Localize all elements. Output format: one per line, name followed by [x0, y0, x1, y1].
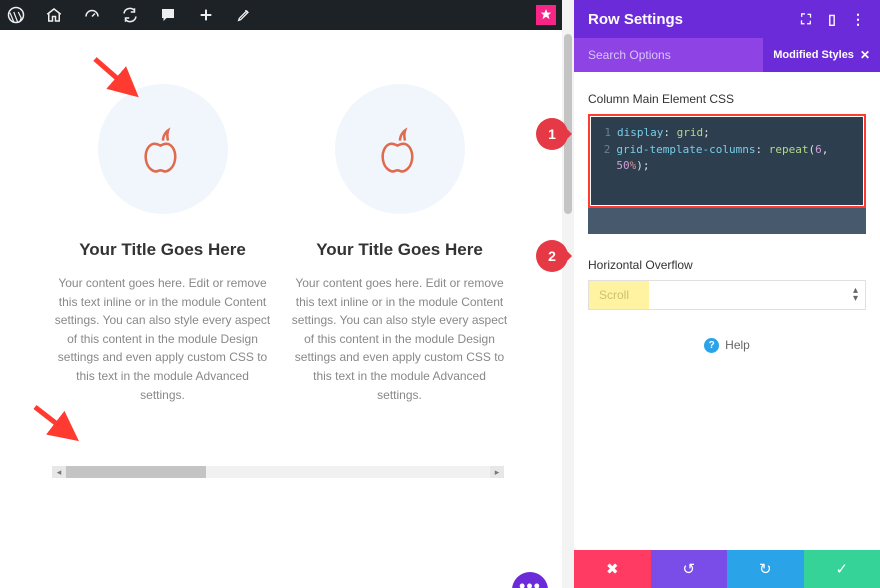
redo-button[interactable]: ↻: [727, 550, 804, 588]
chevron-updown-icon: ▴▾: [853, 287, 858, 303]
overflow-field-label: Horizontal Overflow: [588, 258, 866, 272]
icon-circle: [335, 84, 465, 214]
overflow-select[interactable]: Scroll: [588, 280, 866, 310]
apple-icon: [373, 122, 427, 176]
refresh-icon[interactable]: [120, 5, 140, 25]
panel-footer: ✖ ↺ ↻ ✓: [574, 550, 880, 588]
settings-panel: Row Settings ⛶ ▯ ⋮ Search Options Modifi…: [574, 0, 880, 588]
wp-admin-toolbar: [0, 0, 562, 30]
scroll-thumb[interactable]: [66, 466, 206, 478]
cancel-button[interactable]: ✖: [574, 550, 651, 588]
divi-fab-button[interactable]: •••: [512, 572, 548, 588]
scroll-right-icon[interactable]: ▸: [490, 466, 504, 478]
help-icon: ?: [704, 338, 719, 353]
comments-icon[interactable]: [158, 5, 178, 25]
divi-star-icon[interactable]: [536, 5, 556, 25]
panel-header: Row Settings ⛶ ▯ ⋮: [574, 0, 880, 38]
horizontal-scrollbar[interactable]: ◂ ▸: [52, 466, 504, 478]
annotation-marker-2: 2: [536, 240, 568, 272]
fullscreen-icon[interactable]: ⛶: [794, 7, 818, 31]
help-link[interactable]: ? Help: [588, 338, 866, 353]
blurb-module: Your Title Goes Here Your content goes h…: [287, 70, 512, 404]
css-code-highlight: 1 display: grid; 2 grid-template-columns…: [588, 114, 866, 208]
scroll-left-icon[interactable]: ◂: [52, 466, 66, 478]
panel-subheader: Search Options Modified Styles ✕: [574, 38, 880, 72]
close-icon[interactable]: ✕: [860, 48, 870, 62]
dashboard-icon[interactable]: [82, 5, 102, 25]
icon-circle: [98, 84, 228, 214]
card-body: Your content goes here. Edit or remove t…: [287, 274, 512, 404]
css-field-label: Column Main Element CSS: [588, 92, 866, 106]
annotation-marker-1: 1: [536, 118, 568, 150]
card-title: Your Title Goes Here: [287, 240, 512, 260]
undo-button[interactable]: ↺: [651, 550, 728, 588]
save-button[interactable]: ✓: [804, 550, 880, 588]
blurb-module: Your Title Goes Here Your content goes h…: [50, 70, 275, 404]
panel-vertical-scrollbar[interactable]: [562, 0, 574, 588]
apple-icon: [136, 122, 190, 176]
page-preview: Your Title Goes Here Your content goes h…: [0, 30, 562, 588]
panel-title: Row Settings: [588, 11, 683, 28]
wordpress-icon[interactable]: [6, 5, 26, 25]
card-title: Your Title Goes Here: [50, 240, 275, 260]
modified-styles-filter[interactable]: Modified Styles ✕: [763, 38, 880, 72]
home-icon[interactable]: [44, 5, 64, 25]
dock-icon[interactable]: ▯: [820, 7, 844, 31]
plus-icon[interactable]: [196, 5, 216, 25]
css-code-footer: [588, 208, 866, 234]
menu-dots-icon[interactable]: ⋮: [846, 7, 870, 31]
css-code-input[interactable]: 1 display: grid; 2 grid-template-columns…: [591, 117, 863, 205]
search-input[interactable]: Search Options: [588, 48, 671, 62]
card-body: Your content goes here. Edit or remove t…: [50, 274, 275, 404]
pencil-icon[interactable]: [234, 5, 254, 25]
